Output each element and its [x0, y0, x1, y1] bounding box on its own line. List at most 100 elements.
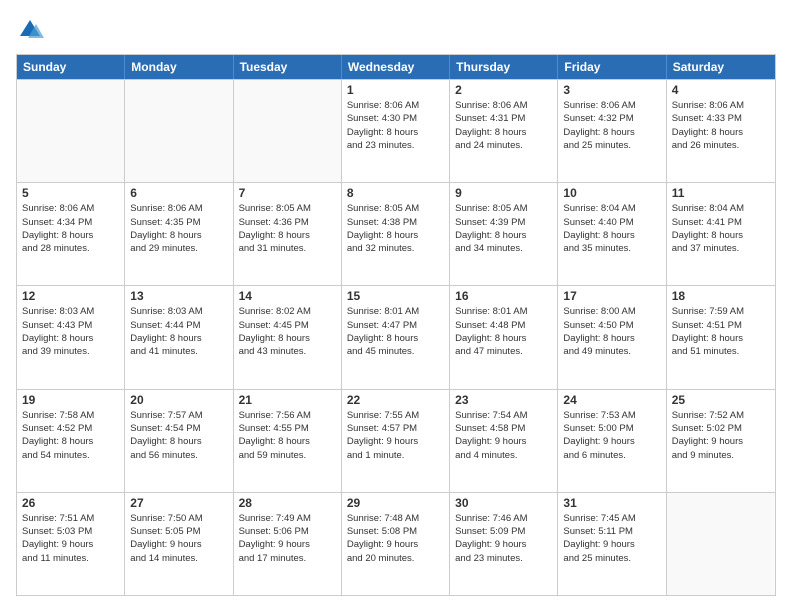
day-number: 22: [347, 393, 444, 407]
day-number: 4: [672, 83, 770, 97]
calendar-day-13: 13Sunrise: 8:03 AM Sunset: 4:44 PM Dayli…: [125, 286, 233, 388]
page: SundayMondayTuesdayWednesdayThursdayFrid…: [0, 0, 792, 612]
weekday-header-saturday: Saturday: [667, 55, 775, 79]
calendar-row-0: 1Sunrise: 8:06 AM Sunset: 4:30 PM Daylig…: [17, 79, 775, 182]
calendar: SundayMondayTuesdayWednesdayThursdayFrid…: [16, 54, 776, 596]
calendar-day-9: 9 Sunrise: 8:05 AM Sunset: 4:39 PM Daylig…: [450, 183, 558, 285]
day-info: Sunrise: 7:46 AM Sunset: 5:09 PM Dayligh…: [455, 512, 552, 565]
day-number: 3: [563, 83, 660, 97]
day-info: Sunrise: 8:06 AM Sunset: 4:35 PM Dayligh…: [130, 202, 227, 255]
day-number: 24: [563, 393, 660, 407]
calendar-day-26: 26 Sunrise: 7:51 AM Sunset: 5:03 PM Dayli…: [17, 493, 125, 595]
day-info: Sunrise: 7:51 AM Sunset: 5:03 PM Dayligh…: [22, 512, 119, 565]
day-info: Sunrise: 8:06 AM Sunset: 4:32 PM Dayligh…: [563, 99, 660, 152]
day-number: 27: [130, 496, 227, 510]
calendar-header: SundayMondayTuesdayWednesdayThursdayFrid…: [17, 55, 775, 79]
day-info: Sunrise: 7:45 AM Sunset: 5:11 PM Dayligh…: [563, 512, 660, 565]
day-info: Sunrise: 7:58 AM Sunset: 4:52 PM Dayligh…: [22, 409, 119, 462]
calendar-day-1: 1Sunrise: 8:06 AM Sunset: 4:30 PM Daylig…: [342, 80, 450, 182]
calendar-day-6: 6 Sunrise: 8:06 AM Sunset: 4:35 PM Daylig…: [125, 183, 233, 285]
calendar-day-22: 22 Sunrise: 7:55 AM Sunset: 4:57 PM Dayli…: [342, 390, 450, 492]
day-info: Sunrise: 8:01 AM Sunset: 4:47 PM Dayligh…: [347, 305, 444, 358]
day-number: 1: [347, 83, 444, 97]
day-number: 30: [455, 496, 552, 510]
calendar-day-29: 29 Sunrise: 7:48 AM Sunset: 5:08 PM Dayli…: [342, 493, 450, 595]
calendar-day-17: 17 Sunrise: 8:00 AM Sunset: 4:50 PM Dayli…: [558, 286, 666, 388]
day-info: Sunrise: 8:04 AM Sunset: 4:40 PM Dayligh…: [563, 202, 660, 255]
day-number: 12: [22, 289, 119, 303]
day-number: 15: [347, 289, 444, 303]
calendar-row-2: 12 Sunrise: 8:03 AM Sunset: 4:43 PM Dayli…: [17, 285, 775, 388]
day-info: Sunrise: 7:52 AM Sunset: 5:02 PM Dayligh…: [672, 409, 770, 462]
day-number: 28: [239, 496, 336, 510]
weekday-header-monday: Monday: [125, 55, 233, 79]
logo-icon: [16, 16, 44, 44]
calendar-day-7: 7 Sunrise: 8:05 AM Sunset: 4:36 PM Daylig…: [234, 183, 342, 285]
day-info: Sunrise: 8:06 AM Sunset: 4:34 PM Dayligh…: [22, 202, 119, 255]
day-info: Sunrise: 7:59 AM Sunset: 4:51 PM Dayligh…: [672, 305, 770, 358]
calendar-day-31: 31 Sunrise: 7:45 AM Sunset: 5:11 PM Dayli…: [558, 493, 666, 595]
calendar-body: 1Sunrise: 8:06 AM Sunset: 4:30 PM Daylig…: [17, 79, 775, 595]
calendar-day-2: 2 Sunrise: 8:06 AM Sunset: 4:31 PM Daylig…: [450, 80, 558, 182]
day-info: Sunrise: 7:54 AM Sunset: 4:58 PM Dayligh…: [455, 409, 552, 462]
day-info: Sunrise: 8:04 AM Sunset: 4:41 PM Dayligh…: [672, 202, 770, 255]
calendar-cell-empty: [234, 80, 342, 182]
day-number: 20: [130, 393, 227, 407]
calendar-day-15: 15 Sunrise: 8:01 AM Sunset: 4:47 PM Dayli…: [342, 286, 450, 388]
day-number: 31: [563, 496, 660, 510]
calendar-day-8: 8 Sunrise: 8:05 AM Sunset: 4:38 PM Daylig…: [342, 183, 450, 285]
day-number: 2: [455, 83, 552, 97]
calendar-day-16: 16 Sunrise: 8:01 AM Sunset: 4:48 PM Dayli…: [450, 286, 558, 388]
calendar-day-14: 14Sunrise: 8:02 AM Sunset: 4:45 PM Dayli…: [234, 286, 342, 388]
day-info: Sunrise: 8:06 AM Sunset: 4:31 PM Dayligh…: [455, 99, 552, 152]
day-number: 16: [455, 289, 552, 303]
day-number: 17: [563, 289, 660, 303]
day-number: 9: [455, 186, 552, 200]
day-info: Sunrise: 7:48 AM Sunset: 5:08 PM Dayligh…: [347, 512, 444, 565]
header: [16, 16, 776, 44]
day-info: Sunrise: 8:03 AM Sunset: 4:43 PM Dayligh…: [22, 305, 119, 358]
day-info: Sunrise: 7:50 AM Sunset: 5:05 PM Dayligh…: [130, 512, 227, 565]
calendar-day-19: 19 Sunrise: 7:58 AM Sunset: 4:52 PM Dayli…: [17, 390, 125, 492]
calendar-row-1: 5 Sunrise: 8:06 AM Sunset: 4:34 PM Daylig…: [17, 182, 775, 285]
day-info: Sunrise: 8:00 AM Sunset: 4:50 PM Dayligh…: [563, 305, 660, 358]
day-info: Sunrise: 8:05 AM Sunset: 4:39 PM Dayligh…: [455, 202, 552, 255]
calendar-day-3: 3 Sunrise: 8:06 AM Sunset: 4:32 PM Daylig…: [558, 80, 666, 182]
day-number: 25: [672, 393, 770, 407]
calendar-day-12: 12 Sunrise: 8:03 AM Sunset: 4:43 PM Dayli…: [17, 286, 125, 388]
calendar-cell-empty: [667, 493, 775, 595]
day-number: 8: [347, 186, 444, 200]
calendar-cell-empty: [125, 80, 233, 182]
day-info: Sunrise: 8:02 AM Sunset: 4:45 PM Dayligh…: [239, 305, 336, 358]
weekday-header-wednesday: Wednesday: [342, 55, 450, 79]
day-info: Sunrise: 7:55 AM Sunset: 4:57 PM Dayligh…: [347, 409, 444, 462]
calendar-day-5: 5 Sunrise: 8:06 AM Sunset: 4:34 PM Daylig…: [17, 183, 125, 285]
day-number: 10: [563, 186, 660, 200]
day-number: 11: [672, 186, 770, 200]
calendar-day-10: 10 Sunrise: 8:04 AM Sunset: 4:40 PM Dayli…: [558, 183, 666, 285]
calendar-day-21: 21Sunrise: 7:56 AM Sunset: 4:55 PM Dayli…: [234, 390, 342, 492]
day-number: 13: [130, 289, 227, 303]
weekday-header-sunday: Sunday: [17, 55, 125, 79]
day-info: Sunrise: 8:05 AM Sunset: 4:38 PM Dayligh…: [347, 202, 444, 255]
weekday-header-tuesday: Tuesday: [234, 55, 342, 79]
weekday-header-thursday: Thursday: [450, 55, 558, 79]
day-number: 21: [239, 393, 336, 407]
day-number: 18: [672, 289, 770, 303]
calendar-day-28: 28Sunrise: 7:49 AM Sunset: 5:06 PM Dayli…: [234, 493, 342, 595]
day-number: 19: [22, 393, 119, 407]
day-info: Sunrise: 7:57 AM Sunset: 4:54 PM Dayligh…: [130, 409, 227, 462]
day-number: 5: [22, 186, 119, 200]
calendar-row-3: 19 Sunrise: 7:58 AM Sunset: 4:52 PM Dayli…: [17, 389, 775, 492]
calendar-day-27: 27 Sunrise: 7:50 AM Sunset: 5:05 PM Dayli…: [125, 493, 233, 595]
calendar-cell-empty: [17, 80, 125, 182]
day-number: 29: [347, 496, 444, 510]
day-info: Sunrise: 8:01 AM Sunset: 4:48 PM Dayligh…: [455, 305, 552, 358]
day-number: 6: [130, 186, 227, 200]
day-number: 7: [239, 186, 336, 200]
day-info: Sunrise: 8:05 AM Sunset: 4:36 PM Dayligh…: [239, 202, 336, 255]
calendar-day-25: 25 Sunrise: 7:52 AM Sunset: 5:02 PM Dayli…: [667, 390, 775, 492]
calendar-day-4: 4Sunrise: 8:06 AM Sunset: 4:33 PM Daylig…: [667, 80, 775, 182]
day-number: 26: [22, 496, 119, 510]
weekday-header-friday: Friday: [558, 55, 666, 79]
